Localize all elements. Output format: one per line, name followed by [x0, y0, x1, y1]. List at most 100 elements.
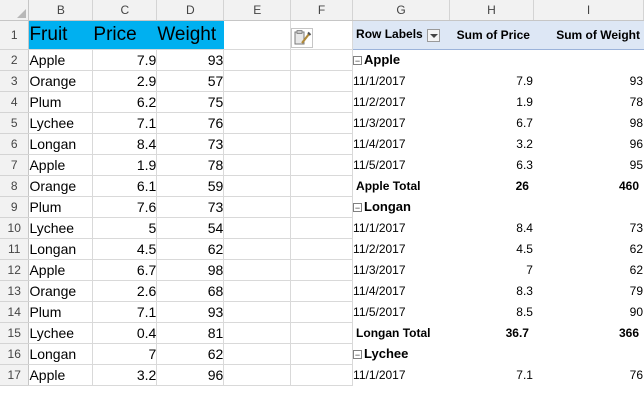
- pivot-weight[interactable]: 95: [533, 154, 644, 176]
- cell-weight[interactable]: 98: [156, 259, 225, 281]
- cell-fruit[interactable]: Apple: [28, 154, 94, 176]
- filter-dropdown-icon[interactable]: [426, 28, 440, 42]
- cell[interactable]: [290, 322, 354, 344]
- cell-weight[interactable]: 59: [156, 175, 225, 197]
- cell-price[interactable]: 7.9: [92, 49, 158, 71]
- pivot-weight[interactable]: 79: [533, 280, 644, 302]
- cell[interactable]: [290, 217, 354, 239]
- cell[interactable]: [223, 301, 292, 323]
- pivot-date[interactable]: 11/2/2017: [352, 91, 450, 113]
- cell-price[interactable]: 2.6: [92, 280, 158, 302]
- pivot-date[interactable]: 11/3/2017: [352, 112, 450, 134]
- cell[interactable]: [290, 364, 354, 386]
- cell-weight[interactable]: 93: [156, 301, 225, 323]
- cell[interactable]: [223, 20, 292, 50]
- row-header[interactable]: 10: [0, 217, 30, 239]
- pivot-weight[interactable]: 73: [533, 217, 644, 239]
- cell-fruit[interactable]: Lychee: [28, 322, 94, 344]
- cell-price[interactable]: 8.4: [92, 133, 158, 155]
- row-header[interactable]: 14: [0, 301, 30, 323]
- pivot-date[interactable]: 11/1/2017: [352, 70, 450, 92]
- pivot-price[interactable]: 7.1: [449, 364, 534, 386]
- row-header[interactable]: 13: [0, 280, 30, 302]
- cell[interactable]: [290, 70, 354, 92]
- column-header-g[interactable]: G: [352, 0, 450, 21]
- collapse-icon[interactable]: −: [353, 350, 363, 360]
- cell-weight[interactable]: 78: [156, 154, 225, 176]
- cell[interactable]: [223, 238, 292, 260]
- cell-price[interactable]: 4.5: [92, 238, 158, 260]
- cell[interactable]: [223, 280, 292, 302]
- cell[interactable]: [223, 343, 292, 365]
- cell-fruit[interactable]: Orange: [28, 280, 94, 302]
- row-header[interactable]: 17: [0, 364, 30, 386]
- pivot-price[interactable]: 6.7: [449, 112, 534, 134]
- pivot-date[interactable]: 11/2/2017: [352, 238, 450, 260]
- cell-weight[interactable]: 93: [156, 49, 225, 71]
- cell[interactable]: [290, 196, 354, 218]
- column-header-c[interactable]: C: [92, 0, 158, 21]
- cell-weight[interactable]: 73: [156, 133, 225, 155]
- cell[interactable]: [290, 154, 354, 176]
- cell[interactable]: [290, 343, 354, 365]
- cell[interactable]: [290, 175, 354, 197]
- pivot-subtotal-weight[interactable]: 366: [533, 321, 644, 344]
- cell-price[interactable]: 7.1: [92, 112, 158, 134]
- row-header[interactable]: 12: [0, 259, 30, 281]
- cell[interactable]: [223, 91, 292, 113]
- pivot-price[interactable]: 3.2: [449, 133, 534, 155]
- cell-fruit[interactable]: Apple: [28, 259, 94, 281]
- pivot-price[interactable]: 6.3: [449, 154, 534, 176]
- cell-fruit[interactable]: Apple: [28, 364, 94, 386]
- cell-fruit[interactable]: Orange: [28, 175, 94, 197]
- cell[interactable]: [290, 49, 354, 71]
- cell[interactable]: [290, 301, 354, 323]
- pivot-price[interactable]: 4.5: [449, 238, 534, 260]
- cell[interactable]: [290, 133, 354, 155]
- pivot-subtotal-label[interactable]: Apple Total: [352, 174, 450, 197]
- pivot-weight[interactable]: 78: [533, 91, 644, 113]
- column-header-d[interactable]: D: [156, 0, 225, 21]
- cell-price[interactable]: 6.1: [92, 175, 158, 197]
- header-cell-price[interactable]: Price: [92, 20, 158, 50]
- cell[interactable]: [223, 259, 292, 281]
- pivot-header-row-labels[interactable]: Row Labels: [352, 20, 450, 50]
- pivot-date[interactable]: 11/3/2017: [352, 259, 450, 281]
- pivot-price[interactable]: 7.9: [449, 70, 534, 92]
- cell-weight[interactable]: 54: [156, 217, 225, 239]
- row-header[interactable]: 9: [0, 196, 30, 218]
- pivot-weight[interactable]: 96: [533, 133, 644, 155]
- cell[interactable]: [223, 70, 292, 92]
- cell[interactable]: [223, 322, 292, 344]
- pivot-date[interactable]: 11/4/2017: [352, 133, 450, 155]
- row-header[interactable]: 3: [0, 70, 30, 92]
- pivot-group-apple[interactable]: − Apple: [352, 49, 644, 71]
- column-header-b[interactable]: B: [28, 0, 94, 21]
- cell-price[interactable]: 0.4: [92, 322, 158, 344]
- row-header[interactable]: 4: [0, 91, 30, 113]
- collapse-icon[interactable]: −: [353, 203, 363, 213]
- collapse-icon[interactable]: −: [353, 56, 363, 66]
- cell[interactable]: [290, 91, 354, 113]
- cell-fruit[interactable]: Plum: [28, 301, 94, 323]
- cell-weight[interactable]: 68: [156, 280, 225, 302]
- cell-fruit[interactable]: Lychee: [28, 112, 94, 134]
- cell-price[interactable]: 7: [92, 343, 158, 365]
- cell[interactable]: [290, 259, 354, 281]
- cell[interactable]: [223, 175, 292, 197]
- pivot-header-sum-price[interactable]: Sum of Price: [449, 20, 534, 50]
- cell-fruit[interactable]: Lychee: [28, 217, 94, 239]
- cell-price[interactable]: 6.7: [92, 259, 158, 281]
- cell[interactable]: [290, 112, 354, 134]
- header-cell-fruit[interactable]: Fruit: [28, 20, 94, 50]
- cell[interactable]: [223, 133, 292, 155]
- cell[interactable]: [290, 238, 354, 260]
- pivot-weight[interactable]: 76: [533, 364, 644, 386]
- cell-fruit[interactable]: Apple: [28, 49, 94, 71]
- row-header[interactable]: 16: [0, 343, 30, 365]
- row-header[interactable]: 15: [0, 322, 30, 344]
- pivot-group-longan[interactable]: − Longan: [352, 196, 644, 218]
- pivot-subtotal-price[interactable]: 36.7: [449, 321, 534, 344]
- row-header[interactable]: 2: [0, 49, 30, 71]
- pivot-subtotal-label[interactable]: Longan Total: [352, 321, 450, 344]
